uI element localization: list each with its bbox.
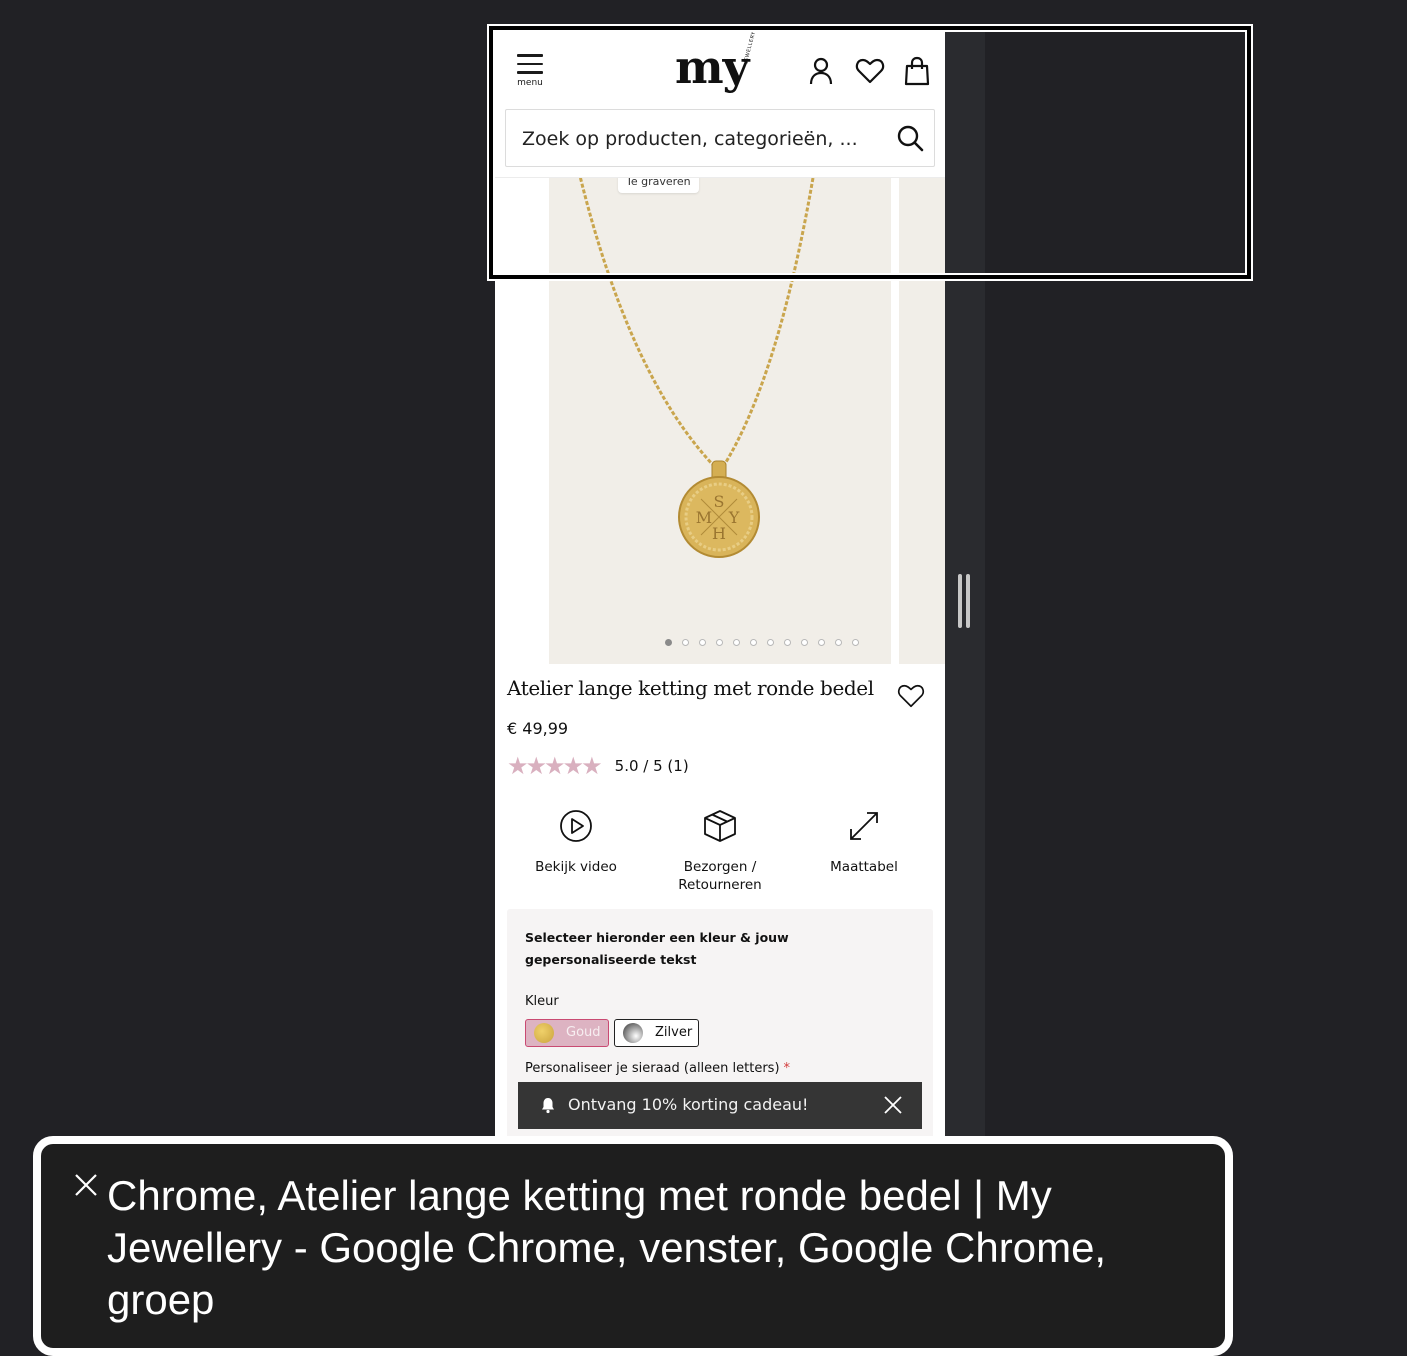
engraving-letter: Y <box>728 508 740 527</box>
color-option-label: Zilver <box>655 1025 693 1040</box>
close-icon <box>884 1096 902 1114</box>
carousel-dot[interactable] <box>733 639 740 646</box>
carousel-dot[interactable] <box>835 639 842 646</box>
action-label: Maattabel <box>830 859 898 875</box>
product-title: Atelier lange ketting met ronde bedel <box>507 676 874 700</box>
shipping-returns-button[interactable]: Bezorgen / Retourneren <box>650 808 790 894</box>
action-label: Bekijk video <box>535 859 617 875</box>
heart-icon <box>897 684 925 708</box>
personalise-field-label: Personaliseer je sieraad (alleen letters… <box>525 1061 790 1076</box>
star-icon: ★ <box>562 752 584 780</box>
resize-handle[interactable] <box>958 574 972 628</box>
screen-reader-caption: Chrome, Atelier lange ketting met ronde … <box>33 1136 1233 1356</box>
star-icon: ★ <box>581 752 602 780</box>
carousel-dot[interactable] <box>699 639 706 646</box>
close-icon <box>75 1174 97 1196</box>
size-chart-button[interactable]: Maattabel <box>794 808 934 876</box>
play-circle-icon <box>560 810 592 842</box>
carousel-dot[interactable] <box>767 639 774 646</box>
product-price: € 49,99 <box>507 719 569 738</box>
watch-video-button[interactable]: Bekijk video <box>506 808 646 876</box>
color-option-label: Goud <box>566 1025 601 1040</box>
gold-swatch-icon <box>534 1023 554 1043</box>
star-icon: ★ <box>544 752 565 780</box>
required-marker: * <box>783 1061 791 1076</box>
product-rating[interactable]: ★★★★★ 5.0 / 5 (1) <box>507 752 689 780</box>
silver-swatch-icon <box>623 1023 643 1043</box>
carousel-dot[interactable] <box>682 639 689 646</box>
rating-text: 5.0 / 5 (1) <box>614 757 689 775</box>
personalisation-heading: Selecteer hieronder een kleur & jouw gep… <box>525 930 789 967</box>
carousel-dots <box>665 631 869 646</box>
carousel-dot[interactable] <box>716 639 723 646</box>
field-label-text: Personaliseer je sieraad (alleen letters… <box>525 1061 780 1076</box>
carousel-dot[interactable] <box>665 639 672 646</box>
engraving-letter: M <box>696 508 712 527</box>
toast-close-button[interactable] <box>882 1094 904 1116</box>
star-icon: ★ <box>525 752 547 780</box>
discount-toast[interactable]: Ontvang 10% korting cadeau! <box>518 1082 922 1129</box>
caption-text: Chrome, Atelier lange ketting met ronde … <box>107 1172 1107 1323</box>
carousel-dot[interactable] <box>784 639 791 646</box>
carousel-dot[interactable] <box>852 639 859 646</box>
color-option-zilver[interactable]: Zilver <box>614 1019 699 1047</box>
carousel-dot[interactable] <box>801 639 808 646</box>
carousel-dot[interactable] <box>818 639 825 646</box>
carousel-dot[interactable] <box>750 639 757 646</box>
color-label: Kleur <box>525 994 559 1009</box>
focus-highlight <box>487 24 1253 281</box>
engraving-letter: H <box>712 524 726 543</box>
toast-text: Ontvang 10% korting cadeau! <box>568 1095 809 1114</box>
star-icon: ★ <box>507 752 528 780</box>
action-label: Bezorgen / Retourneren <box>678 859 762 893</box>
color-option-goud[interactable]: Goud <box>525 1019 609 1047</box>
package-box-icon <box>704 810 736 842</box>
bell-icon <box>542 1098 554 1114</box>
engraving-letter: S <box>714 492 725 511</box>
add-to-wishlist-button[interactable] <box>897 682 925 710</box>
expand-arrows-icon <box>850 812 878 840</box>
rating-stars: ★★★★★ <box>507 752 603 780</box>
caption-close-button[interactable] <box>73 1172 99 1198</box>
